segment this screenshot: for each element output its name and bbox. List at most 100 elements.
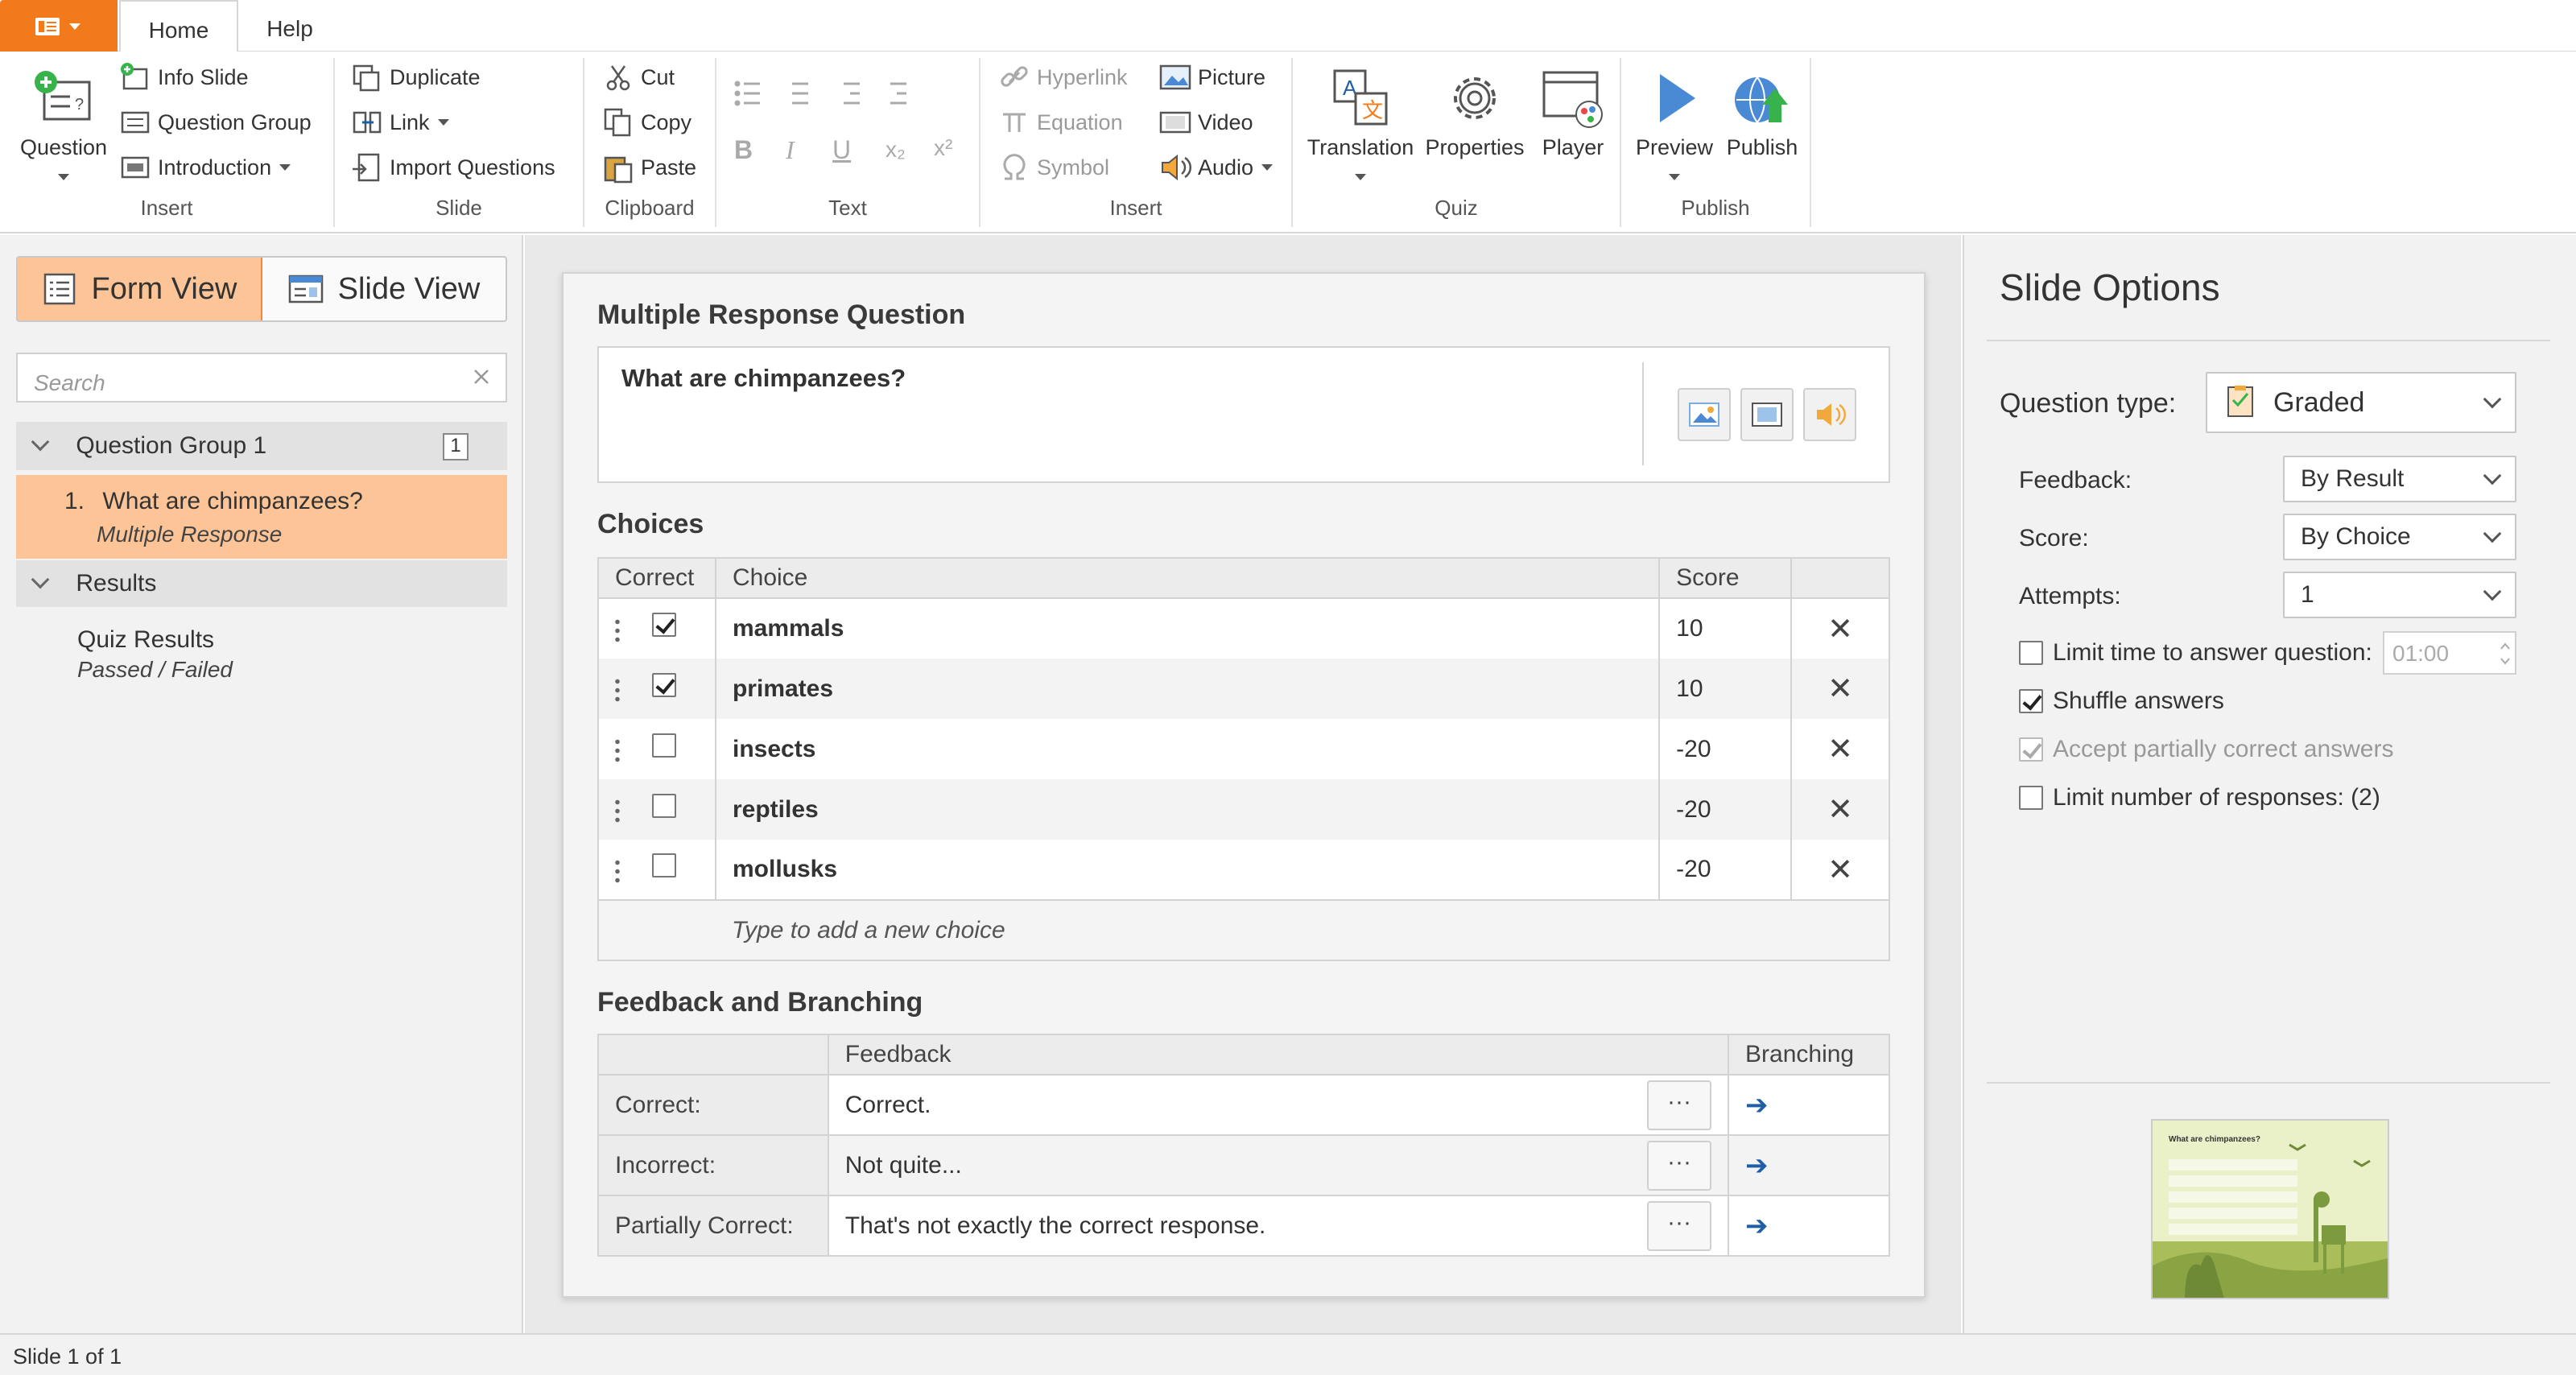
paste-button[interactable]: Paste	[602, 148, 696, 187]
correct-checkbox[interactable]	[652, 672, 676, 697]
superscript-button[interactable]: x²	[934, 135, 952, 161]
properties-button[interactable]: Properties	[1422, 64, 1528, 160]
search-placeholder: Search	[34, 370, 105, 395]
underline-button[interactable]: U	[832, 135, 851, 165]
time-limit-input[interactable]: 01:00	[2383, 631, 2516, 675]
add-choice-input[interactable]: Type to add a new choice	[715, 900, 1891, 960]
attempts-select[interactable]: 1	[2283, 572, 2516, 618]
audio-button[interactable]: Audio	[1159, 148, 1274, 187]
more-options-button[interactable]: ···	[1647, 1080, 1712, 1130]
feedback-select[interactable]: By Result	[2283, 456, 2516, 502]
correct-checkbox[interactable]	[652, 853, 676, 878]
more-options-button[interactable]: ···	[1647, 1200, 1712, 1251]
choice-row[interactable]: insects -20 ✕	[597, 719, 1890, 779]
limit-responses-checkbox[interactable]	[2019, 786, 2043, 810]
preview-button[interactable]: Preview	[1633, 64, 1716, 185]
translation-button[interactable]: A 文 Translation	[1304, 64, 1417, 185]
correct-checkbox[interactable]	[652, 793, 676, 818]
italic-button[interactable]: I	[786, 135, 795, 165]
choice-score[interactable]: 10	[1658, 659, 1793, 719]
picture-button[interactable]: Picture	[1159, 58, 1265, 97]
score-select[interactable]: By Choice	[2283, 514, 2516, 560]
drag-handle-icon[interactable]	[615, 798, 620, 826]
shuffle-checkbox[interactable]	[2019, 689, 2043, 713]
insert-audio-button[interactable]	[1803, 388, 1856, 441]
drag-handle-icon[interactable]	[615, 677, 620, 705]
cut-button[interactable]: Cut	[602, 58, 675, 97]
choice-row[interactable]: reptiles -20 ✕	[597, 779, 1890, 840]
choice-score[interactable]: -20	[1658, 840, 1793, 900]
choice-text[interactable]: mammals	[714, 598, 1661, 659]
question-type-select[interactable]: Graded	[2206, 372, 2516, 433]
correct-checkbox[interactable]	[652, 733, 676, 758]
arrow-right-icon[interactable]: ➔	[1745, 1150, 1769, 1181]
tree-quiz-results-row[interactable]: Quiz Results Passed / Failed	[16, 620, 507, 684]
tree-results-row[interactable]: Results	[16, 560, 507, 607]
link-button[interactable]: Link	[351, 103, 449, 142]
panel-title: Slide Options	[2000, 266, 2220, 308]
choice-score[interactable]: -20	[1658, 719, 1793, 779]
insert-picture-button[interactable]	[1678, 388, 1731, 441]
drag-handle-icon[interactable]	[615, 617, 620, 645]
shuffle-option[interactable]: Shuffle answers	[2019, 688, 2224, 715]
accept-partial-checkbox[interactable]	[2019, 737, 2043, 762]
attempts-label: Attempts:	[2019, 583, 2121, 609]
tab-help[interactable]: Help	[238, 0, 341, 52]
slide-thumbnail[interactable]: What are chimpanzees?	[2151, 1119, 2389, 1299]
choice-row[interactable]: primates 10 ✕	[597, 659, 1890, 719]
import-questions-button[interactable]: Import Questions	[351, 148, 555, 187]
tree-question-row[interactable]: 1. What are chimpanzees? Multiple Respon…	[16, 475, 507, 559]
correct-checkbox[interactable]	[652, 613, 676, 638]
feedback-text[interactable]: That's not exactly the correct response.	[845, 1212, 1266, 1240]
choice-text[interactable]: insects	[714, 719, 1661, 779]
player-button[interactable]: Player	[1533, 64, 1613, 160]
arrow-right-icon[interactable]: ➔	[1745, 1090, 1769, 1121]
remove-choice-button[interactable]: ✕	[1790, 779, 1890, 840]
limit-time-option[interactable]: Limit time to answer question:	[2019, 639, 2372, 667]
duplicate-button[interactable]: Duplicate	[351, 58, 481, 97]
choice-text[interactable]: mollusks	[714, 840, 1661, 900]
publish-button[interactable]: Publish	[1719, 64, 1805, 160]
tab-home[interactable]: Home	[119, 0, 238, 53]
remove-choice-button[interactable]: ✕	[1790, 598, 1890, 659]
feedback-text[interactable]: Not quite...	[845, 1152, 962, 1179]
feedback-text[interactable]: Correct.	[845, 1092, 931, 1119]
equation-button[interactable]: Equation	[998, 103, 1123, 142]
choice-score[interactable]: -20	[1658, 779, 1793, 840]
info-slide-button[interactable]: Info Slide	[119, 58, 249, 97]
insert-video-button[interactable]	[1740, 388, 1794, 441]
question-text-field[interactable]: What are chimpanzees?	[597, 346, 1890, 483]
copy-button[interactable]: Copy	[602, 103, 691, 142]
bold-button[interactable]: B	[734, 135, 753, 165]
subscript-button[interactable]: x₂	[886, 137, 906, 163]
slide-view-button[interactable]: Slide View	[262, 258, 506, 320]
question-button[interactable]: ? Question	[11, 64, 116, 185]
remove-choice-button[interactable]: ✕	[1790, 840, 1890, 900]
form-view-button[interactable]: Form View	[18, 258, 262, 320]
close-icon[interactable]	[470, 365, 493, 388]
drag-handle-icon[interactable]	[615, 737, 620, 766]
remove-choice-button[interactable]: ✕	[1790, 659, 1890, 719]
limit-time-checkbox[interactable]	[2019, 641, 2043, 665]
choice-row[interactable]: mollusks -20 ✕	[597, 840, 1890, 900]
choice-row[interactable]: mammals 10 ✕	[597, 598, 1890, 659]
drag-handle-icon[interactable]	[615, 857, 620, 886]
arrow-right-icon[interactable]: ➔	[1745, 1211, 1769, 1241]
accept-partial-option[interactable]: Accept partially correct answers	[2019, 736, 2394, 763]
more-options-button[interactable]: ···	[1647, 1140, 1712, 1191]
choice-text[interactable]: reptiles	[714, 779, 1661, 840]
choice-text[interactable]: primates	[714, 659, 1661, 719]
video-button[interactable]: Video	[1159, 103, 1253, 142]
equation-label: Equation	[1037, 110, 1123, 134]
choice-score[interactable]: 10	[1658, 598, 1793, 659]
limit-responses-option[interactable]: Limit number of responses: (2)	[2019, 784, 2380, 811]
search-input[interactable]: Search	[16, 353, 507, 403]
question-group-button[interactable]: Question Group	[119, 103, 312, 142]
app-menu-button[interactable]	[0, 0, 118, 52]
tree-group-row[interactable]: Question Group 1 1	[16, 422, 507, 470]
introduction-button[interactable]: Introduction	[119, 148, 291, 187]
spinner-arrows-icon[interactable]	[2499, 638, 2512, 670]
symbol-button[interactable]: Symbol	[998, 148, 1109, 187]
hyperlink-button[interactable]: Hyperlink	[998, 58, 1128, 97]
remove-choice-button[interactable]: ✕	[1790, 719, 1890, 779]
